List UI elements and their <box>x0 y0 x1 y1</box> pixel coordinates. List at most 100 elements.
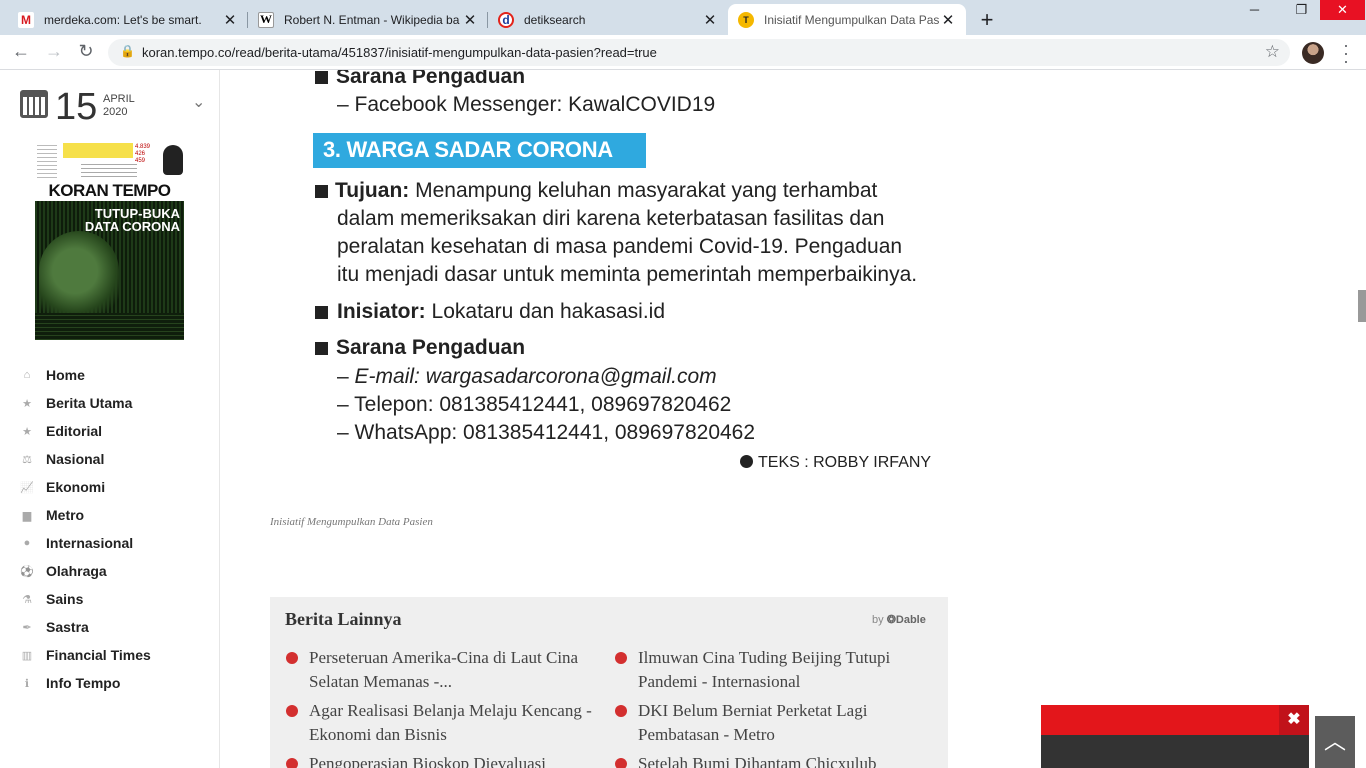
address-bar[interactable]: 🔒 koran.tempo.co/read/berita-utama/45183… <box>108 39 1290 66</box>
building-icon: ▆ <box>22 509 32 522</box>
infographic-heading-sarana-top: Sarana Pengaduan <box>336 70 526 88</box>
cover-numbers: 4.839 426 459 <box>135 144 151 164</box>
star-icon: ★ <box>22 397 32 410</box>
sidebar-item-internasional[interactable]: ● Internasional <box>20 529 151 557</box>
infographic-tujuan-line-1: Tujuan: Menampung keluhan masyarakat yan… <box>335 179 878 202</box>
infographic-line-facebook: – Facebook Messenger: KawalCOVID19 <box>337 93 716 116</box>
wikipedia-favicon-icon: W <box>258 11 274 28</box>
sidebar-item-olahraga[interactable]: ⚽ Olahraga <box>20 557 151 585</box>
infographic-tujuan-line-2: dalam memeriksakan diri karena keterbata… <box>337 207 885 230</box>
newspaper-cover-image[interactable]: 4.839 426 459 KORAN TEMPO TUTUP-BUKA DAT… <box>35 141 184 340</box>
edition-day: 15 <box>55 86 98 128</box>
sidebar-item-ekonomi[interactable]: 📈 Ekonomi <box>20 473 151 501</box>
infographic-telepon-line: – Telepon: 081385412441, 089697820462 <box>337 393 732 416</box>
infographic-banner: 3. WARGA SADAR CORONA <box>313 133 646 168</box>
red-dot-icon <box>286 652 298 664</box>
page-content: 15 APRIL 2020 ⌄ 4.839 426 459 KORAN TEMP… <box>0 70 1366 768</box>
flask-icon: ⚗ <box>22 593 32 606</box>
infographic-tujuan-line-4: itu menjadi dasar untuk meminta pemerint… <box>337 263 918 286</box>
related-news-title: Berita Lainnya <box>285 609 402 629</box>
sidebar-item-metro[interactable]: ▆ Metro <box>20 501 151 529</box>
browser-toolbar: ← → ↻ 🔒 koran.tempo.co/read/berita-utama… <box>0 35 1366 70</box>
home-icon: ⌂ <box>23 369 31 381</box>
tab-title: Inisiatif Mengumpulkan Data Pas <box>764 12 940 27</box>
sidebar-item-nasional[interactable]: ⚖ Nasional <box>20 445 151 473</box>
infographic-tujuan-line-3: peralatan kesehatan di masa pandemi Covi… <box>337 235 903 258</box>
browser-tab-tempo-active[interactable]: T Inisiatif Mengumpulkan Data Pas ✕ <box>728 4 966 35</box>
related-news-item[interactable]: Setelah Bumi Dihantam Chicxulub <box>615 752 938 768</box>
pen-icon: ✒ <box>22 621 32 634</box>
merdeka-favicon-icon: M <box>18 11 34 28</box>
calendar-icon <box>20 90 48 118</box>
cover-brand: KORAN TEMPO <box>35 181 184 201</box>
globe-icon: ● <box>23 537 31 549</box>
profile-avatar[interactable] <box>1302 42 1324 64</box>
sidebar-nav: ⌂ Home ★ Berita Utama ★ Editorial ⚖ Nasional… <box>20 361 151 697</box>
edition-year: 2020 <box>103 106 128 118</box>
info-icon: ℹ <box>24 677 30 690</box>
restore-window-icon[interactable]: ❐ <box>1279 0 1324 20</box>
red-dot-icon <box>615 652 627 664</box>
cover-headline: TUTUP-BUKA DATA CORONA <box>84 206 180 234</box>
lock-icon: 🔒 <box>120 44 135 58</box>
red-dot-icon <box>615 705 627 717</box>
infographic-inisiator-line: Inisiator: Lokataru dan hakasasi.id <box>337 300 666 323</box>
browser-menu-icon[interactable]: · · · <box>1338 36 1354 70</box>
sidebar-item-editorial[interactable]: ★ Editorial <box>20 417 151 445</box>
close-tab-icon[interactable]: ✕ <box>462 11 478 29</box>
sidebar-item-sastra[interactable]: ✒ Sastra <box>20 613 151 641</box>
browser-tab-bar: M merdeka.com: Let's be smart. ✕ W Rober… <box>0 0 1366 35</box>
chart-line-icon: 📈 <box>20 481 34 494</box>
minimize-window-icon[interactable]: ─ <box>1232 0 1277 20</box>
scroll-to-top-icon[interactable]: ︿ <box>1315 716 1355 768</box>
browser-tab-wikipedia[interactable]: W Robert N. Entman - Wikipedia ba ✕ <box>248 4 488 35</box>
close-tab-icon[interactable]: ✕ <box>702 11 718 29</box>
close-ad-icon[interactable]: ✖ <box>1279 705 1309 735</box>
page-scrollbar-thumb[interactable] <box>1358 290 1366 322</box>
sidebar-item-home[interactable]: ⌂ Home <box>20 361 151 389</box>
related-news-item[interactable]: DKI Belum Berniat Perketat Lagi Pembatas… <box>615 699 938 747</box>
reload-icon[interactable]: ↻ <box>74 41 98 62</box>
close-tab-icon[interactable]: ✕ <box>940 11 956 29</box>
bullet-dot <box>740 455 753 468</box>
related-news-item[interactable]: Perseteruan Amerika-Cina di Laut Cina Se… <box>286 646 609 694</box>
infographic-email-line: – E-mail: wargasadarcorona@gmail.com <box>337 365 717 388</box>
sidebar-item-info-tempo[interactable]: ℹ Info Tempo <box>20 669 151 697</box>
new-tab-button[interactable]: + <box>976 7 998 33</box>
bullet-square <box>315 71 328 84</box>
infographic-whatsapp-line: – WhatsApp: 081385412441, 089697820462 <box>337 421 756 444</box>
chevron-down-icon[interactable]: ⌄ <box>192 92 205 112</box>
bullet-square <box>315 185 328 198</box>
sidebar-item-sains[interactable]: ⚗ Sains <box>20 585 151 613</box>
bullet-square <box>315 342 328 355</box>
dable-credit[interactable]: by ❂Dable <box>872 613 926 626</box>
edition-date-selector[interactable]: 15 APRIL 2020 ⌄ <box>20 86 210 128</box>
close-window-icon[interactable]: ✕ <box>1320 0 1365 20</box>
tab-title: Robert N. Entman - Wikipedia ba <box>284 12 460 27</box>
dable-logo-icon: ❂Dable <box>886 614 926 626</box>
related-news-item[interactable]: Ilmuwan Cina Tuding Beijing Tutupi Pande… <box>615 646 938 694</box>
sidebar: 15 APRIL 2020 ⌄ 4.839 426 459 KORAN TEMP… <box>0 70 220 768</box>
floating-ad-box[interactable]: ✖ <box>1041 705 1309 768</box>
browser-tab-merdeka[interactable]: M merdeka.com: Let's be smart. ✕ <box>8 4 248 35</box>
tab-title: detiksearch <box>524 12 586 27</box>
forward-arrow-icon[interactable]: → <box>42 41 66 62</box>
bar-chart-icon: ▥ <box>21 649 33 662</box>
detik-favicon-icon: d <box>498 11 514 28</box>
close-tab-icon[interactable]: ✕ <box>222 11 238 29</box>
tempo-favicon-icon: T <box>738 11 754 28</box>
sidebar-item-financial-times[interactable]: ▥ Financial Times <box>20 641 151 669</box>
url-text[interactable]: koran.tempo.co/read/berita-utama/451837/… <box>142 45 657 60</box>
infographic-image: Sarana Pengaduan – Facebook Messenger: K… <box>270 70 950 490</box>
scale-icon: ⚖ <box>22 453 32 466</box>
red-dot-icon <box>286 758 298 768</box>
browser-tab-detiksearch[interactable]: d detiksearch ✕ <box>488 4 728 35</box>
tab-title: merdeka.com: Let's be smart. <box>44 12 202 27</box>
sidebar-item-berita-utama[interactable]: ★ Berita Utama <box>20 389 151 417</box>
related-news-item[interactable]: Pengoperasian Bioskop Dievaluasi <box>286 752 609 768</box>
related-news-item[interactable]: Agar Realisasi Belanja Melaju Kencang - … <box>286 699 609 747</box>
star-icon: ★ <box>22 425 32 438</box>
bookmark-star-icon[interactable]: ☆ <box>1265 42 1280 62</box>
back-arrow-icon[interactable]: ← <box>9 41 33 62</box>
related-news-box: Berita Lainnya by ❂Dable Perseteruan Ame… <box>270 597 948 768</box>
